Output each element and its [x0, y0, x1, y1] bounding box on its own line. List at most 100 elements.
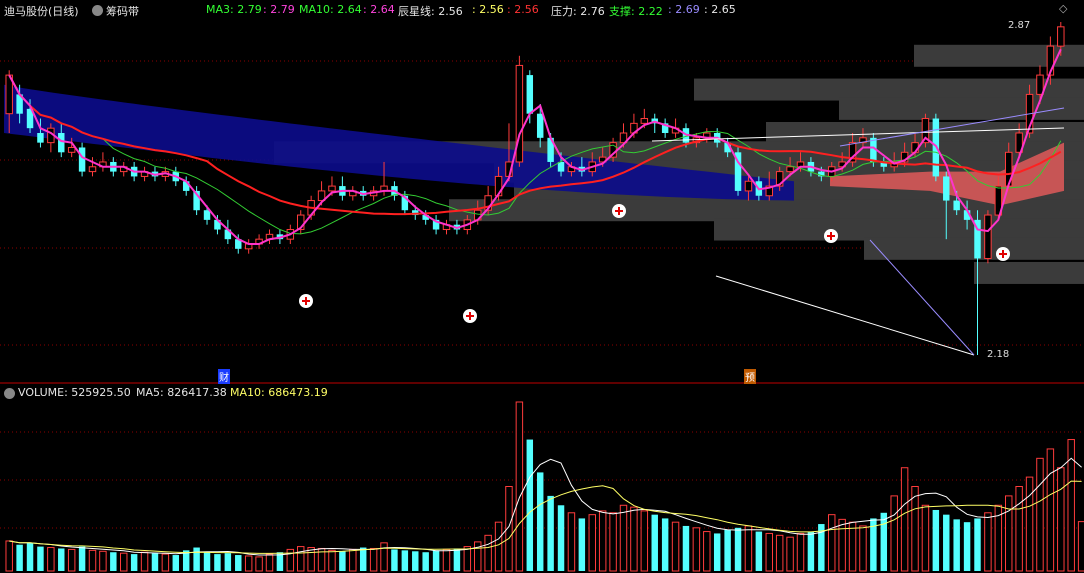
volume-ma5-line — [9, 457, 1082, 556]
volume-bar-up — [567, 512, 576, 572]
stock-title[interactable]: 迪马股份(日线) — [4, 3, 79, 19]
candle-up — [88, 166, 97, 173]
candle-down — [203, 210, 211, 220]
volume-bar-up — [1015, 486, 1023, 572]
volume-bar-up — [765, 532, 773, 572]
volume-bar-down — [37, 546, 44, 571]
ma10-value: : 2.64 — [363, 3, 395, 16]
ma3-label: MA3: 2.79 — [206, 3, 262, 16]
volume-bar-down — [422, 552, 429, 571]
volume-bar-down — [734, 527, 742, 571]
support-label: 支撑: 2.22 — [609, 5, 663, 18]
volume-bar-down — [943, 514, 950, 571]
volume-bar-down — [339, 551, 346, 571]
high-price-label: 2.87 — [1008, 20, 1031, 31]
volume-bar-down — [953, 519, 960, 571]
volume-bar-down — [359, 547, 367, 571]
volume-bar-down — [110, 552, 117, 571]
volume-bar-up — [786, 536, 794, 572]
volume-bar-up — [911, 486, 919, 572]
volume-ma10-label: MA10: 686473.19 — [230, 386, 328, 399]
volume-bar-up — [921, 504, 930, 572]
volume-bar-down — [661, 518, 669, 571]
volume-bar-up — [1067, 439, 1075, 572]
volume-label: VOLUME: 525925.50 — [18, 386, 131, 399]
volume-bar-up — [1057, 467, 1065, 572]
volume-bar-up — [5, 540, 13, 572]
support-value-2: : 2.65 — [704, 3, 736, 16]
candle-up — [67, 146, 76, 153]
volume-bar-up — [463, 546, 472, 572]
volume-bar-up — [369, 547, 378, 572]
volume-bar-up — [494, 521, 503, 572]
volume-bar-up — [796, 532, 805, 572]
volume-bar-down — [432, 550, 440, 571]
indicator-name[interactable]: 筹码带 — [106, 3, 139, 19]
volume-bar-down — [557, 505, 565, 571]
volume-bar-up — [484, 534, 492, 572]
candle-up — [1036, 74, 1044, 95]
volume-bar-up — [703, 531, 711, 572]
chip-bar — [839, 97, 1084, 120]
chart-header: 迪马股份(日线) 筹码带 MA3: 2.79 : 2.79 MA10: 2.64… — [0, 0, 1084, 20]
volume-bar-down — [58, 548, 65, 571]
volume-bar-down — [401, 550, 409, 571]
volume-bar-down — [16, 544, 23, 571]
volume-bar-up — [890, 495, 898, 572]
ma3-value: : 2.79 — [263, 3, 295, 16]
volume-bar-up — [1036, 457, 1044, 572]
volume-ma10-line — [9, 480, 1082, 554]
volume-bar-down — [536, 472, 544, 571]
candle-up — [984, 214, 992, 259]
volume-bar-up — [1025, 476, 1034, 572]
chip-bar — [714, 218, 1084, 241]
volume-bar-up — [307, 547, 315, 572]
volume-bar-down — [547, 495, 554, 571]
volume-bar-down — [807, 531, 815, 571]
chip-bar — [694, 78, 1084, 101]
volume-bar-up — [265, 553, 274, 572]
chevron-down-icon[interactable] — [92, 5, 103, 16]
volume-bar-up — [349, 548, 357, 572]
price-chart[interactable] — [0, 0, 1084, 573]
volume-bar-down — [974, 518, 981, 571]
volume-bar-up — [859, 525, 867, 572]
volume-bar-up — [88, 549, 97, 572]
volume-bar-down — [724, 529, 731, 571]
volume-bar-up — [47, 547, 55, 572]
support-line-lower — [715, 275, 975, 356]
candle-down — [58, 133, 65, 153]
candle-down — [526, 75, 534, 114]
low-price-label: 2.18 — [987, 349, 1010, 360]
financial-report-tag[interactable]: 财 — [218, 369, 230, 384]
volume-bar-up — [609, 512, 617, 572]
volume-bar-up — [328, 549, 336, 572]
volume-bar-up — [140, 551, 149, 572]
volume-bar-up — [515, 401, 524, 572]
candle-down — [536, 113, 544, 138]
volume-bar-up — [99, 550, 107, 572]
volume-bar-up — [380, 542, 388, 572]
forecast-tag[interactable]: 预 — [744, 369, 756, 384]
candle-down — [953, 200, 960, 211]
volume-bar-down — [78, 546, 86, 571]
pressure-label: 压力: 2.76 — [551, 5, 605, 18]
volume-bar-up — [900, 467, 909, 572]
volume-bar-down — [151, 553, 159, 571]
volume-bar-down — [203, 552, 211, 571]
volume-bar-down — [578, 518, 586, 571]
volume-ma5-label: MA5: 826417.38 — [136, 386, 227, 399]
volume-bar-up — [588, 514, 596, 572]
volume-bar-up — [1077, 521, 1084, 572]
volume-bar-down — [755, 531, 763, 571]
volume-bar-up — [297, 546, 305, 572]
chip-bar — [974, 261, 1084, 284]
volume-bar-up — [775, 534, 784, 572]
volume-bar-down — [130, 554, 138, 571]
candle-down — [557, 161, 565, 172]
volume-bar-up — [244, 555, 253, 572]
diamond-icon[interactable]: ◇ — [1059, 2, 1067, 15]
volume-bar-down — [963, 522, 971, 571]
chevron-down-icon[interactable] — [4, 388, 15, 399]
volume-bar-down — [193, 547, 200, 571]
